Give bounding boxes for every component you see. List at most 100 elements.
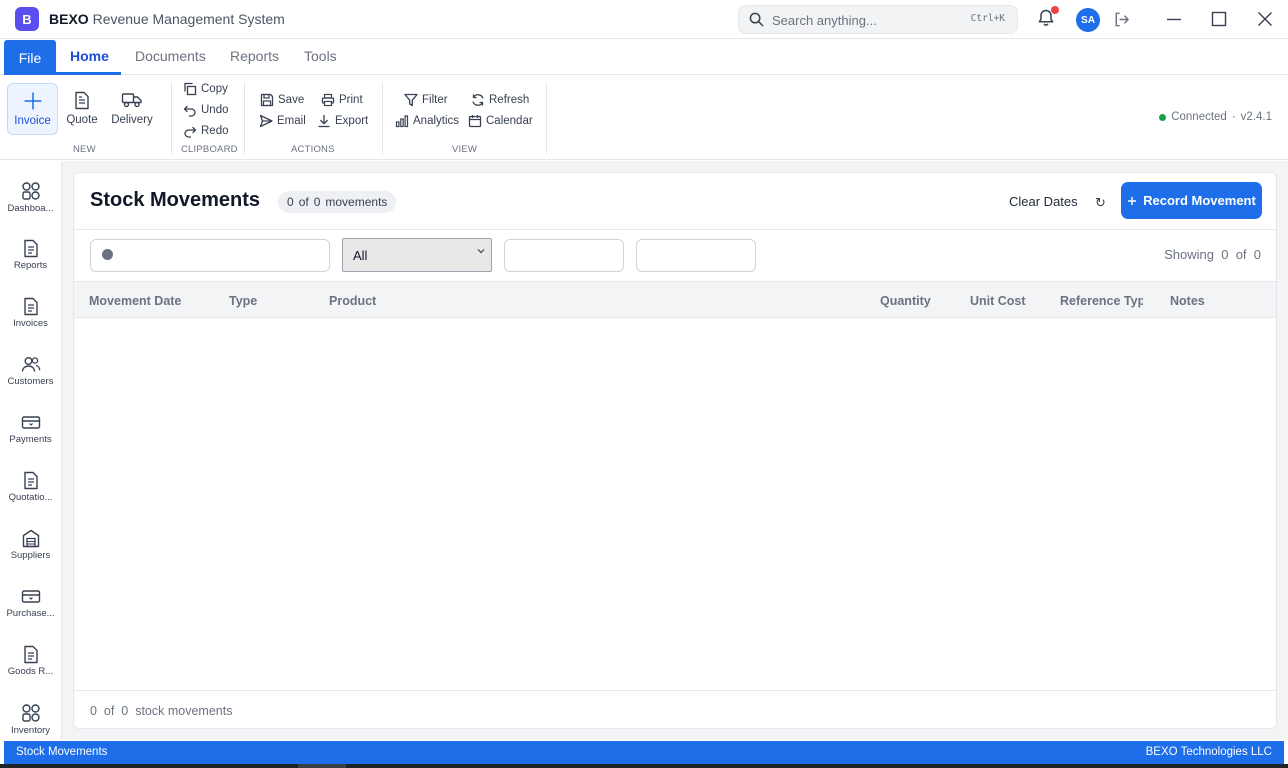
sidebar-item-customers[interactable]: Customers (0, 355, 61, 387)
date-from-input[interactable] (504, 239, 624, 272)
save-button[interactable]: Save (260, 92, 304, 108)
title-bar: B BEXO Revenue Management System Search … (0, 0, 1288, 39)
sidebar-item-reports[interactable]: Reports (0, 239, 61, 271)
sidebar-item-suppliers[interactable]: Suppliers (0, 529, 61, 561)
sidebar-item-quotations[interactable]: Quotatio... (0, 471, 61, 503)
minimize-icon (1165, 10, 1183, 28)
export-button[interactable]: Export (317, 113, 368, 129)
undo-button[interactable]: Undo (183, 102, 229, 118)
save-icon (260, 93, 274, 107)
type-filter-select[interactable]: All (342, 238, 492, 272)
count-shown: 0 (287, 195, 294, 209)
footer-unit: stock movements (135, 704, 233, 718)
analytics-button[interactable]: Analytics (395, 113, 459, 129)
sidebar-item-dashboard[interactable]: Dashboa... (0, 181, 61, 214)
column-header-type[interactable]: Type (229, 294, 309, 308)
user-avatar[interactable]: SA (1076, 8, 1100, 32)
copy-icon (183, 82, 197, 96)
sidebar-item-label: Dashboa... (7, 203, 54, 214)
sidebar-item-inventory[interactable]: Inventory (0, 703, 61, 736)
clear-dates-button[interactable]: Clear Dates (1009, 194, 1078, 209)
status-separator: · (1231, 111, 1236, 123)
brand-subtitle: Revenue Management System (92, 11, 285, 27)
export-label: Export (335, 115, 369, 127)
column-header-notes[interactable]: Notes (1170, 294, 1250, 308)
column-header-unit-cost[interactable]: Unit Cost (970, 294, 1050, 308)
email-button[interactable]: Email (259, 113, 306, 129)
footer-shown: 0 (90, 704, 97, 718)
divider (74, 229, 1276, 230)
ribbon-group-actions-label: ACTIONS (291, 144, 335, 155)
download-icon (317, 114, 331, 128)
file-menu-button[interactable]: File (4, 40, 56, 75)
notification-dot (1051, 6, 1059, 14)
sidebar-item-goods-received[interactable]: Goods R... (0, 645, 61, 677)
divider (74, 690, 1276, 691)
global-search[interactable]: Search anything... Ctrl+K (738, 5, 1018, 34)
ribbon-group-view-label: VIEW (452, 144, 478, 155)
table-footer-count: 0 of 0 stock movements (90, 704, 232, 718)
new-delivery-label: Delivery (111, 114, 153, 126)
column-header-product[interactable]: Product (329, 294, 729, 308)
minimize-button[interactable] (1165, 10, 1183, 28)
refresh-icon (471, 93, 485, 107)
redo-icon (183, 124, 197, 138)
tab-reports[interactable]: Reports (230, 48, 279, 64)
ribbon-divider (382, 82, 383, 154)
column-header-quantity[interactable]: Quantity (880, 294, 950, 308)
tab-documents[interactable]: Documents (135, 48, 206, 64)
send-icon (259, 114, 273, 128)
sidebar-item-label: Suppliers (10, 550, 51, 561)
reload-button[interactable]: ↻ (1095, 195, 1106, 211)
print-label: Print (339, 94, 363, 106)
tab-tools[interactable]: Tools (304, 48, 337, 64)
showing-count: Showing 0 of 0 (1164, 247, 1261, 262)
sidebar-item-payments[interactable]: Payments (0, 413, 61, 445)
calendar-button[interactable]: Calendar (468, 113, 533, 129)
record-movement-button[interactable]: Record Movement (1121, 182, 1262, 219)
document-icon (23, 297, 39, 316)
app-title: BEXO Revenue Management System (49, 11, 285, 27)
print-icon (321, 93, 335, 107)
status-bar-page: Stock Movements (16, 746, 108, 758)
close-button[interactable] (1256, 10, 1274, 28)
column-header-movement-date[interactable]: Movement Date (89, 294, 219, 308)
count-unit: movements (325, 195, 388, 209)
logout-button[interactable] (1112, 10, 1131, 29)
grid-icon (21, 181, 41, 201)
filter-button[interactable]: Filter (404, 92, 448, 108)
connection-status: Connected · v2.4.1 (1159, 111, 1272, 123)
calendar-icon (468, 114, 482, 128)
warehouse-icon (22, 529, 40, 548)
new-invoice-button[interactable]: Invoice (7, 83, 58, 135)
count-of: of (298, 195, 309, 209)
document-icon (23, 239, 39, 258)
status-bar: Stock Movements BEXO Technologies LLC (4, 741, 1284, 764)
date-to-input[interactable] (636, 239, 756, 272)
active-tab-indicator (56, 72, 121, 75)
logout-icon (1112, 10, 1131, 29)
sidebar-item-label: Inventory (10, 725, 51, 736)
footer-total: 0 (121, 704, 129, 718)
redo-button[interactable]: Redo (183, 123, 229, 139)
sidebar-item-label: Goods R... (7, 666, 54, 677)
notifications-button[interactable] (1036, 6, 1059, 28)
refresh-button[interactable]: Refresh (471, 92, 529, 108)
maximize-button[interactable] (1210, 10, 1228, 28)
new-quote-label: Quote (66, 114, 98, 126)
column-header-reference-type[interactable]: Reference Type (1060, 294, 1143, 308)
movement-search-input[interactable] (90, 239, 330, 272)
search-placeholder: Search anything... (772, 13, 877, 28)
chevron-down-icon (477, 247, 485, 255)
sidebar-item-invoices[interactable]: Invoices (0, 297, 61, 329)
tab-home[interactable]: Home (70, 48, 109, 64)
new-quote-button[interactable]: Quote (62, 83, 102, 135)
copy-button[interactable]: Copy (183, 81, 228, 97)
page-title: Stock Movements (90, 189, 261, 211)
print-button[interactable]: Print (321, 92, 363, 108)
sidebar-item-purchases[interactable]: Purchase... (0, 587, 61, 619)
new-delivery-button[interactable]: Delivery (109, 83, 155, 135)
redo-label: Redo (201, 125, 229, 137)
status-dot (1159, 113, 1167, 121)
filter-icon (404, 93, 418, 107)
